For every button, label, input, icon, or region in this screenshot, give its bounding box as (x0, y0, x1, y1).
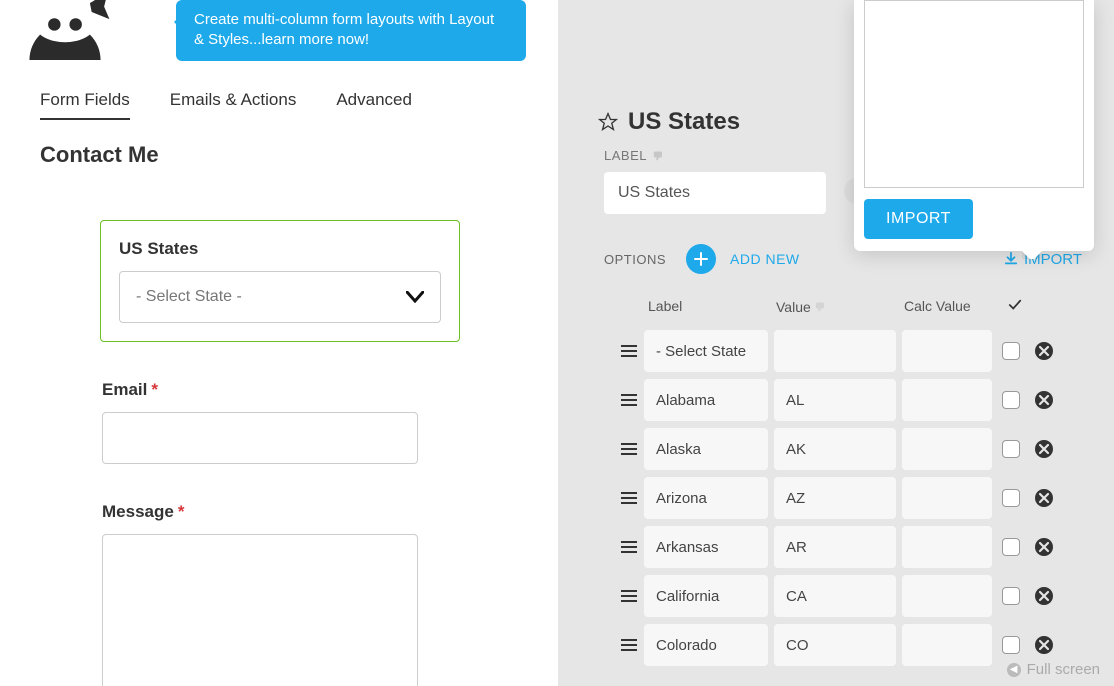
header-bar: Create multi-column form layouts with La… (0, 0, 558, 60)
option-value-input[interactable] (774, 428, 896, 470)
option-row (614, 526, 1084, 568)
field-label-message: Message* (102, 502, 460, 522)
delete-option-icon[interactable] (1034, 635, 1054, 655)
option-row (614, 575, 1084, 617)
options-header: Label Value Calc Value (648, 298, 1078, 315)
field-message[interactable]: Message* (100, 502, 460, 686)
option-value-input[interactable] (774, 379, 896, 421)
drag-handle-icon[interactable] (614, 595, 644, 597)
field-email[interactable]: Email* (100, 380, 460, 464)
option-calc-input[interactable] (902, 624, 992, 666)
drag-handle-icon[interactable] (614, 448, 644, 450)
col-label: Label (648, 298, 776, 315)
delete-option-icon[interactable] (1034, 390, 1054, 410)
option-label-input[interactable] (644, 526, 768, 568)
delete-option-icon[interactable] (1034, 341, 1054, 361)
option-label-input[interactable] (644, 428, 768, 470)
import-options-link[interactable]: IMPORT (1004, 251, 1082, 268)
option-default-checkbox[interactable] (1002, 587, 1020, 605)
drawer-title: US States (598, 108, 740, 136)
option-value-input[interactable] (774, 477, 896, 519)
option-default-checkbox[interactable] (1002, 342, 1020, 360)
option-label-input[interactable] (644, 575, 768, 617)
options-caption: OPTIONS (604, 252, 666, 267)
add-new-link[interactable]: ADD NEW (730, 251, 800, 267)
promo-tooltip[interactable]: Create multi-column form layouts with La… (176, 0, 526, 61)
field-label-us-states: US States (119, 239, 441, 259)
delete-option-icon[interactable] (1034, 439, 1054, 459)
option-label-input[interactable] (644, 330, 768, 372)
option-default-checkbox[interactable] (1002, 538, 1020, 556)
option-calc-input[interactable] (902, 330, 992, 372)
arrow-left-icon: ◀ (1007, 663, 1021, 677)
option-default-checkbox[interactable] (1002, 636, 1020, 654)
builder-tabs: Form Fields Emails & Actions Advanced (40, 90, 412, 120)
delete-option-icon[interactable] (1034, 586, 1054, 606)
message-textarea[interactable] (102, 534, 418, 686)
option-label-input[interactable] (644, 477, 768, 519)
required-asterisk: * (151, 380, 158, 400)
drag-handle-icon[interactable] (614, 497, 644, 499)
col-default (1008, 298, 1032, 315)
select-placeholder: - Select State - (136, 288, 242, 306)
col-calc: Calc Value (904, 298, 1008, 315)
drag-handle-icon[interactable] (614, 644, 644, 646)
option-row (614, 379, 1084, 421)
option-value-input[interactable] (774, 526, 896, 568)
label-caption: LABEL (604, 148, 665, 163)
option-label-input[interactable] (644, 624, 768, 666)
option-calc-input[interactable] (902, 526, 992, 568)
add-option-button[interactable] (686, 244, 716, 274)
plus-icon (694, 252, 708, 266)
option-row (614, 330, 1084, 372)
thumbs-down-icon[interactable] (653, 150, 665, 162)
field-label-email: Email* (102, 380, 460, 400)
ninja-logo-icon (20, 0, 110, 60)
option-default-checkbox[interactable] (1002, 489, 1020, 507)
option-calc-input[interactable] (902, 477, 992, 519)
tab-advanced[interactable]: Advanced (336, 90, 412, 120)
option-default-checkbox[interactable] (1002, 391, 1020, 409)
form-title[interactable]: Contact Me (40, 142, 159, 168)
option-calc-input[interactable] (902, 575, 992, 617)
form-canvas: US States - Select State - Email* Messag… (100, 220, 460, 686)
select-us-states[interactable]: - Select State - (119, 271, 441, 323)
thumbs-down-icon[interactable] (815, 301, 827, 313)
import-textarea[interactable] (864, 0, 1084, 188)
fullscreen-toggle[interactable]: ◀ Full screen (1007, 661, 1100, 678)
drag-handle-icon[interactable] (614, 350, 644, 352)
tab-emails-actions[interactable]: Emails & Actions (170, 90, 297, 120)
option-calc-input[interactable] (902, 428, 992, 470)
option-row (614, 428, 1084, 470)
option-label-input[interactable] (644, 379, 768, 421)
col-value: Value (776, 298, 904, 315)
option-calc-input[interactable] (902, 379, 992, 421)
option-value-input[interactable] (774, 330, 896, 372)
option-value-input[interactable] (774, 575, 896, 617)
option-row (614, 624, 1084, 666)
required-asterisk: * (178, 502, 185, 522)
import-button[interactable]: IMPORT (864, 199, 973, 239)
drag-handle-icon[interactable] (614, 399, 644, 401)
option-default-checkbox[interactable] (1002, 440, 1020, 458)
email-input[interactable] (102, 412, 418, 464)
builder-panel: Create multi-column form layouts with La… (0, 0, 558, 686)
option-value-input[interactable] (774, 624, 896, 666)
check-icon (1008, 298, 1022, 312)
drag-handle-icon[interactable] (614, 546, 644, 548)
option-row (614, 477, 1084, 519)
delete-option-icon[interactable] (1034, 537, 1054, 557)
chevron-down-icon (406, 291, 424, 303)
options-list (614, 330, 1084, 673)
delete-option-icon[interactable] (1034, 488, 1054, 508)
field-us-states[interactable]: US States - Select State - (100, 220, 460, 342)
import-popover: IMPORT (854, 0, 1094, 251)
star-icon[interactable] (598, 112, 618, 132)
import-icon (1004, 252, 1018, 266)
field-label-input[interactable] (604, 172, 826, 214)
tab-form-fields[interactable]: Form Fields (40, 90, 130, 120)
